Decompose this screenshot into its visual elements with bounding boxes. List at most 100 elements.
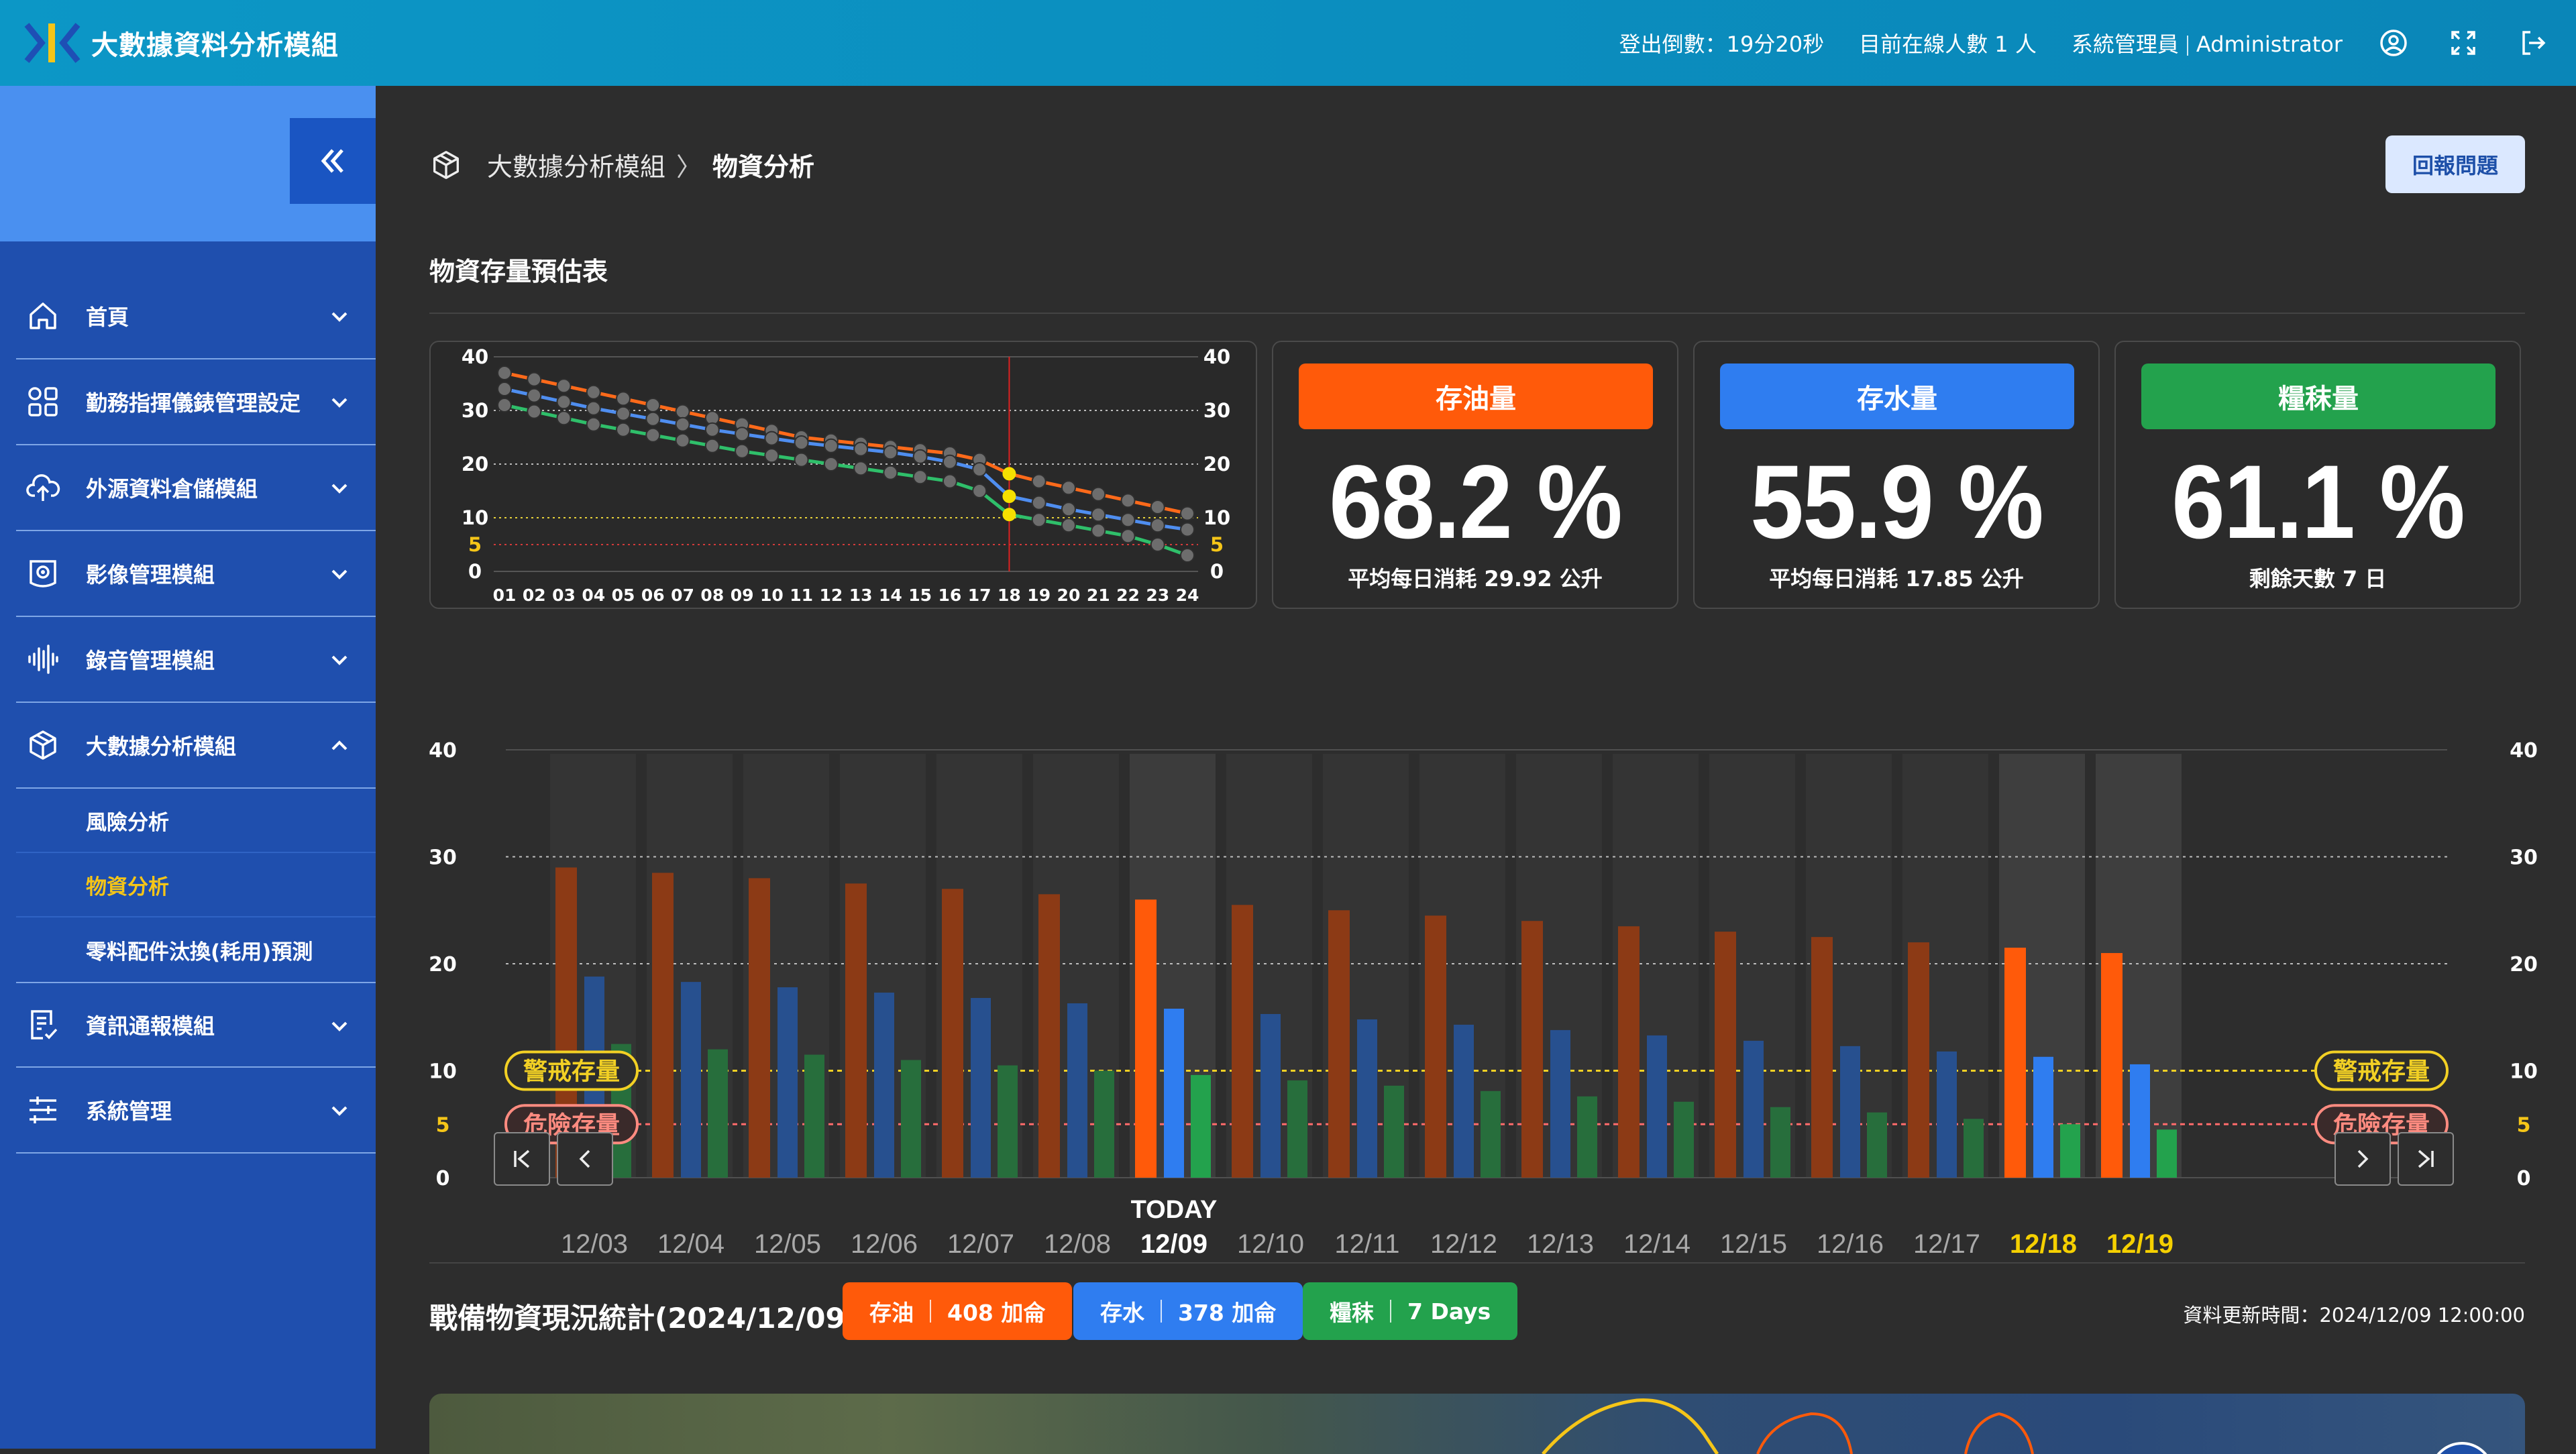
column-band [2058, 754, 2085, 1178]
sidebar-item-system[interactable]: 系統管理 [16, 1068, 376, 1154]
divider [429, 313, 2525, 314]
x-tick-label: 21 [1087, 585, 1110, 605]
data-point [883, 465, 898, 480]
x-tick-label: 12/06 [851, 1229, 918, 1259]
y-tick-label-right: 30 [1203, 399, 1230, 422]
sidebar-item-home[interactable]: 首頁 [16, 274, 376, 359]
food-stat-pill: 糧秣 7 Days [1303, 1282, 1518, 1340]
y-tick-label-right: 0 [1210, 560, 1224, 583]
report-issue-button[interactable]: 回報問題 [2385, 135, 2525, 193]
sidebar-item-label: 系統管理 [86, 1099, 172, 1124]
x-tick-label: 08 [700, 585, 724, 605]
prev-page-button[interactable] [557, 1132, 613, 1186]
sidebar-subitem-risk-analysis[interactable]: 風險分析 [16, 789, 376, 853]
warning-level-label-text: 警戒存量 [2333, 1058, 2430, 1086]
data-point [1061, 518, 1076, 533]
bar [652, 873, 674, 1178]
first-page-button[interactable] [494, 1132, 550, 1186]
data-point [1150, 518, 1165, 533]
user-circle-icon[interactable] [2377, 27, 2410, 59]
data-point [675, 404, 690, 419]
data-point [1120, 493, 1136, 508]
data-point [1091, 486, 1106, 502]
data-point [1120, 512, 1136, 528]
sidebar-subitem-supply-analysis[interactable]: 物資分析 [16, 853, 376, 917]
app-title: 大數據資料分析模組 [91, 30, 339, 61]
map-preview[interactable] [429, 1394, 2525, 1454]
bar [1937, 1051, 1957, 1178]
bar [1908, 942, 1929, 1178]
x-tick-label: 03 [552, 585, 576, 605]
bar [1964, 1119, 1984, 1178]
data-point [764, 431, 780, 446]
y-tick-label-right: 20 [1203, 453, 1230, 476]
bar [1618, 926, 1640, 1178]
y-tick-label-left: 10 [429, 1060, 457, 1084]
data-point [586, 416, 601, 432]
card-subtitle: 平均每日消耗 17.85 公升 [1769, 566, 2024, 592]
user-info: 系統管理員 Administrator [2072, 27, 2343, 58]
data-point [1180, 522, 1195, 537]
data-point [586, 384, 601, 400]
y-tick-label-left: 5 [436, 1113, 450, 1137]
y-tick-label-right: 0 [2517, 1167, 2531, 1190]
x-tick-label: 12/03 [561, 1229, 628, 1259]
x-tick-label: 16 [938, 585, 962, 605]
update-time: 資料更新時間：2024/12/09 12:00:00 [2183, 1304, 2525, 1327]
sidebar-item-label: 錄音管理模組 [86, 648, 215, 673]
bar [708, 1049, 728, 1178]
collapse-sidebar-button[interactable] [290, 118, 376, 204]
sidebar-header [0, 86, 376, 241]
bar [998, 1065, 1018, 1178]
x-tick-label: 12/18 [2010, 1229, 2077, 1259]
bar [1038, 894, 1060, 1178]
x-tick-label: 06 [641, 585, 665, 605]
sidebar-subitem-parts-forecast[interactable]: 零料配件汰換(耗用)預測 [16, 917, 376, 982]
bar [845, 883, 867, 1178]
sidebar-item-dashboard-settings[interactable]: 勤務指揮儀錶管理設定 [16, 359, 376, 445]
skip-last-icon [2418, 1150, 2434, 1168]
data-point [556, 394, 572, 410]
sidebar-item-label: 勤務指揮儀錶管理設定 [86, 390, 301, 416]
sidebar-item-external-data[interactable]: 外源資料倉儲模組 [16, 445, 376, 531]
data-point [616, 406, 631, 421]
y-tick-label-right: 20 [2510, 953, 2538, 976]
x-tick-label: 19 [1027, 585, 1051, 605]
sidebar-item-label: 大數據分析模組 [86, 734, 237, 759]
card-value: 61.1 % [2171, 444, 2465, 561]
logout-icon[interactable] [2517, 27, 2549, 59]
next-page-button[interactable] [2334, 1132, 2391, 1186]
data-point [527, 372, 542, 387]
cube-icon [25, 728, 60, 763]
last-page-button[interactable] [2398, 1132, 2454, 1186]
fullscreen-icon[interactable] [2447, 27, 2479, 59]
data-point [972, 484, 987, 498]
data-point [764, 448, 780, 463]
data-point [1091, 507, 1106, 522]
bar [971, 998, 991, 1178]
pill-value: 7 Days [1407, 1298, 1491, 1325]
data-point [1150, 537, 1165, 552]
bar [1867, 1112, 1887, 1178]
sidebar-item-image-management[interactable]: 影像管理模組 [16, 531, 376, 617]
x-tick-label: 13 [849, 585, 873, 605]
warning-level-label: 警戒存量 [504, 1050, 639, 1091]
today-label: TODAY [1131, 1196, 1218, 1224]
bar [1577, 1096, 1597, 1178]
card-subtitle: 剩餘天數 7 日 [2249, 566, 2387, 592]
data-point [645, 398, 661, 412]
bar [1647, 1035, 1667, 1178]
data-point [853, 441, 869, 457]
divider [429, 1262, 2525, 1264]
forecast-bar-chart: 0 0 5 5 10 10 20 20 30 30 40 40 警戒存量 危險存量 警戒存量 危險存量 12/0… [402, 629, 2569, 1286]
main-content: 大數據分析模組 〉 物資分析 回報問題 物資存量預估表 0 0 5 5 10 10 20 20… [376, 86, 2576, 1454]
bar [1357, 1019, 1377, 1178]
x-tick-label: 07 [671, 585, 694, 605]
breadcrumb-parent[interactable]: 大數據分析模組 [487, 146, 665, 183]
sidebar-item-audio-management[interactable]: 錄音管理模組 [16, 617, 376, 703]
sidebar-item-bigdata[interactable]: 大數據分析模組 [16, 703, 376, 789]
data-point [1002, 508, 1016, 522]
data-point [735, 443, 750, 459]
y-tick-label-left: 20 [429, 953, 457, 976]
sidebar-item-notification[interactable]: 資訊通報模組 [16, 982, 376, 1068]
